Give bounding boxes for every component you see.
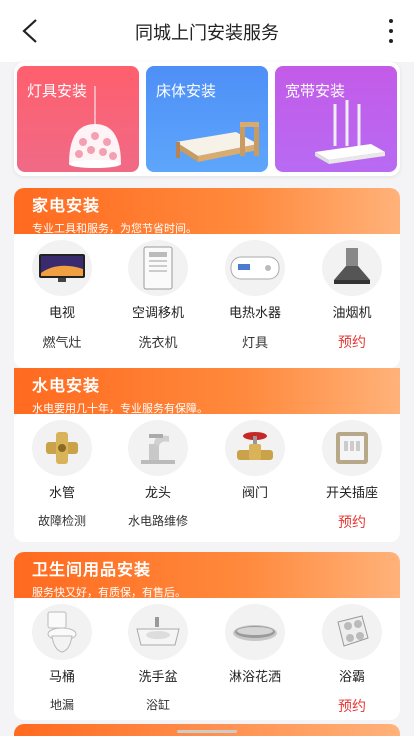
service-label: 淋浴花洒 [228,670,281,685]
appliance-section: 家电安装 专业工具和服务，为您节省时间。 电视 空调移机 电热水器 油烟机 燃气… [14,188,400,368]
bathroom-section: 卫生间用品安装 服务快又好，有质保，有售后。 马桶 洗手盆 淋浴花洒 浴霸 地漏… [14,552,400,720]
service-label: 油烟机 [332,306,372,321]
reserve-button[interactable]: 预约 [304,512,400,532]
service-label: 龙头 [144,486,171,501]
section-title: 家电安装 [32,196,101,215]
section-header: 水电安装 水电要用几十年，专业服务有保障。 [14,368,400,415]
home-indicator [177,730,237,733]
section-header: 卫生间用品安装 服务快又好，有质保，有售后。 [14,552,400,599]
service-item-tv[interactable]: 电视 [14,240,110,321]
toilet-icon [32,604,92,660]
service-link-fault-detection[interactable]: 故障检测 [14,512,110,529]
washbasin-icon [128,604,188,660]
service-link-lamp[interactable]: 灯具 [207,332,303,351]
section-title: 卫生间用品安装 [32,560,152,579]
bath-heater-icon [322,604,382,660]
service-link-circuit-repair[interactable]: 水电路维修 [110,512,206,529]
reserve-button[interactable]: 预约 [304,696,400,716]
plumbing-section: 水电安装 水电要用几十年，专业服务有保障。 水管 龙头 阀门 开关插座 故障检测… [14,368,400,542]
category-card-broadband[interactable]: 宽带安装 [275,66,397,172]
water-heater-icon [225,240,285,296]
pipe-fitting-icon [32,420,92,476]
service-item-water-pipe[interactable]: 水管 [14,420,110,501]
faucet-icon [128,420,188,476]
service-label: 空调移机 [131,306,184,321]
range-hood-icon [322,240,382,296]
service-label: 浴霸 [338,670,365,685]
service-item-switch-socket[interactable]: 开关插座 [304,420,400,501]
section-title: 水电安装 [32,376,101,395]
service-label: 电视 [48,306,75,321]
bed-image [176,122,259,162]
service-item-toilet[interactable]: 马桶 [14,604,110,685]
service-item-ac-relocation[interactable]: 空调移机 [110,240,206,321]
tv-icon [32,240,92,296]
shower-head-icon [225,604,285,660]
top-bar: 同城上门安装服务 [0,0,414,62]
category-cards: 灯具安装 床体安装 宽带安装 [14,62,400,176]
service-item-water-heater[interactable]: 电热水器 [207,240,303,321]
service-label: 马桶 [48,670,75,685]
service-label: 阀门 [241,486,268,501]
category-card-bed[interactable]: 床体安装 [146,66,268,172]
service-label: 开关插座 [325,486,378,501]
service-link-gas-stove[interactable]: 燃气灶 [14,332,110,351]
valve-icon [225,420,285,476]
service-label: 洗手盆 [138,670,178,685]
air-conditioner-icon [128,240,188,296]
router-image [315,100,385,164]
more-vertical-icon[interactable] [384,16,398,46]
service-item-shower[interactable]: 淋浴花洒 [207,604,303,685]
service-link-floor-drain[interactable]: 地漏 [14,696,110,713]
service-item-range-hood[interactable]: 油烟机 [304,240,400,321]
service-link-bathtub[interactable]: 浴缸 [110,696,206,713]
reserve-button[interactable]: 预约 [304,332,400,352]
service-item-faucet[interactable]: 龙头 [110,420,206,501]
service-item-washbasin[interactable]: 洗手盆 [110,604,206,685]
switch-socket-icon [322,420,382,476]
service-label: 水管 [48,486,75,501]
page-title: 同城上门安装服务 [135,23,279,44]
pendant-lamp-image [69,86,121,168]
category-card-lamp[interactable]: 灯具安装 [17,66,139,172]
service-label: 电热水器 [228,306,281,321]
section-header: 家电安装 专业工具和服务，为您节省时间。 [14,188,400,235]
service-link-washing-machine[interactable]: 洗衣机 [110,332,206,351]
service-item-bath-heater[interactable]: 浴霸 [304,604,400,685]
service-item-valve[interactable]: 阀门 [207,420,303,501]
